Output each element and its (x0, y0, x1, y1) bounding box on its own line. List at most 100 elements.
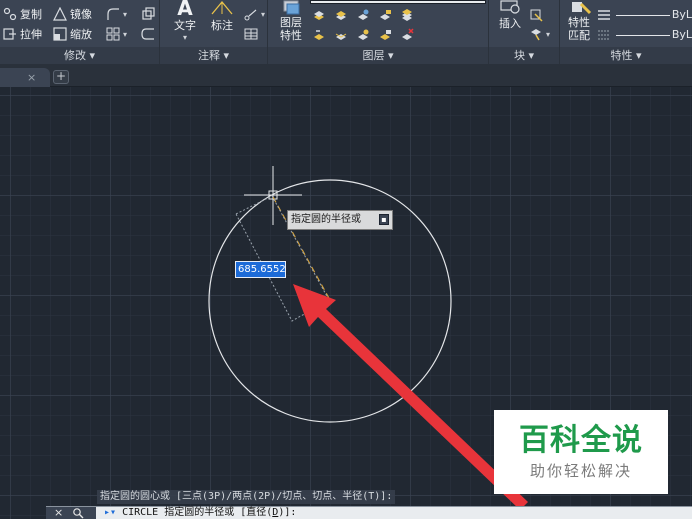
layer-tools-row-2 (312, 28, 432, 42)
mirror-icon (53, 6, 67, 21)
command-line-grip[interactable]: × (46, 506, 96, 519)
scale-icon (53, 27, 67, 41)
file-tab-bar: × + (0, 64, 692, 87)
fillet-button[interactable]: ▾ (106, 5, 127, 23)
command-prefix: CIRCLE 指定圆的半径或 [直径( (122, 507, 273, 518)
block-panel: 插入 ▾ 块 ▾ (489, 0, 560, 64)
create-block-icon (529, 8, 543, 22)
lineweight-select[interactable]: ByL (614, 8, 692, 22)
modify-panel-title[interactable]: 修改 ▾ (0, 47, 159, 64)
edit-block-button[interactable]: ▾ (529, 25, 550, 43)
array-button[interactable]: ▾ (106, 25, 127, 43)
layer-properties-icon (276, 0, 306, 16)
layer-merge-icon[interactable] (400, 28, 414, 42)
leader-dropdown-icon: ▾ (261, 9, 266, 19)
array-dropdown-icon: ▾ (123, 29, 128, 39)
offset-button[interactable] (141, 25, 155, 43)
lineweight-row[interactable]: ByL (597, 6, 692, 24)
watermark-title: 百科全说 (519, 423, 643, 458)
mirror-label: 镜像 (70, 8, 92, 21)
stretch-icon (3, 27, 17, 41)
red-arrow (293, 284, 528, 510)
edit-block-dropdown-icon: ▾ (546, 29, 551, 39)
layers-panel-title[interactable]: 图层 ▾ (268, 47, 488, 64)
command-prompt: ▸▾ CIRCLE 指定圆的半径或 [直径(D)]: (104, 507, 296, 519)
copy-label: 复制 (20, 8, 42, 21)
lineweight-icon (597, 8, 611, 22)
linetype-icon (597, 28, 611, 42)
lineweight-preview-line (616, 15, 670, 16)
drawing-canvas[interactable]: 指定圆的半径或 ▪ 685.6552 百科全说 助你轻松解决 (0, 87, 692, 519)
annotation-panel: A 文字 ▾ 标注 ▾ 注释 ▾ (160, 0, 268, 64)
command-icon: ▸▾ (104, 507, 123, 518)
linetype-select[interactable]: ByL (614, 28, 692, 42)
text-icon: A (177, 0, 193, 20)
layer-match-icon[interactable] (400, 8, 414, 22)
properties-panel-title[interactable]: 特性 ▾ (560, 47, 692, 64)
dimension-button[interactable]: 标注 (207, 0, 237, 33)
table-button[interactable] (244, 25, 258, 43)
new-tab-button[interactable]: + (53, 70, 69, 84)
table-icon (244, 27, 258, 41)
match-properties-icon (563, 0, 595, 16)
dimension-label: 标注 (211, 19, 233, 32)
fillet-icon (106, 7, 120, 21)
layer-dropdown[interactable] (310, 0, 486, 4)
match-properties-label-1: 特性 (568, 16, 590, 29)
dimension-icon (207, 0, 237, 16)
insert-label: 插入 (499, 17, 521, 30)
linetype-row[interactable]: ByL (597, 26, 692, 44)
offset-lines-icon (141, 27, 155, 41)
text-button[interactable]: A 文字 ▾ (172, 0, 198, 43)
command-history: 指定圆的圆心或 [三点(3P)/两点(2P)/切点、切点、半径(T)]: (97, 490, 396, 504)
close-command-line-icon[interactable]: × (54, 506, 63, 519)
layer-lock-icon[interactable] (378, 8, 392, 22)
prompt-text: 指定圆的半径或 (291, 214, 361, 225)
stretch-label: 拉伸 (20, 28, 42, 41)
properties-panel: 特性 匹配 ByL ByL 特性 ▾ (560, 0, 692, 64)
dynamic-input-prompt: 指定圆的半径或 ▪ (287, 210, 393, 230)
block-panel-title[interactable]: 块 ▾ (489, 47, 559, 64)
radius-input[interactable]: 685.6552 (235, 261, 286, 278)
match-properties-button[interactable]: 特性 匹配 (563, 0, 595, 42)
layer-properties-label-1: 图层 (280, 16, 302, 29)
modify-panel: 复制 镜像 ▾ 拉伸 缩放 ▾ 修改 ▾ (0, 0, 160, 64)
layer-walk-icon[interactable] (334, 28, 348, 42)
create-block-button[interactable] (529, 6, 543, 24)
fillet-dropdown-icon: ▾ (123, 9, 128, 19)
edit-block-icon (529, 27, 543, 41)
linetype-value: ByL (671, 28, 692, 41)
close-tab-icon[interactable]: × (27, 71, 36, 84)
lineweight-value: ByL (671, 8, 692, 21)
watermark-logo: 百科全说 助你轻松解决 (494, 410, 668, 494)
copy-icon (3, 7, 17, 21)
layer-properties-button[interactable]: 图层 特性 (276, 0, 306, 42)
copy-button[interactable]: 复制 (3, 5, 42, 23)
layer-isolate-icon[interactable] (334, 8, 348, 22)
array-icon (106, 27, 120, 41)
ribbon: 复制 镜像 ▾ 拉伸 缩放 ▾ 修改 ▾ A 文字 ▾ 标注 ▾ 注释 ▾ 图层… (0, 0, 692, 64)
watermark-subtitle: 助你轻松解决 (529, 462, 632, 480)
layer-unisolate-icon[interactable] (356, 28, 370, 42)
stretch-button[interactable]: 拉伸 (3, 25, 42, 43)
options-dropdown-icon[interactable]: ▪ (379, 214, 389, 225)
layer-previous-icon[interactable] (312, 28, 326, 42)
drawing-tab[interactable]: × (0, 68, 50, 87)
search-icon[interactable] (72, 507, 84, 519)
layer-unlock-icon[interactable] (378, 28, 392, 42)
command-line[interactable]: × ▸▾ CIRCLE 指定圆的半径或 [直径(D)]: (46, 506, 692, 519)
scale-label: 缩放 (70, 28, 92, 41)
leader-button[interactable]: ▾ (244, 5, 265, 23)
layer-properties-label-2: 特性 (280, 29, 302, 42)
insert-icon (495, 0, 525, 16)
insert-button[interactable]: 插入 (495, 0, 525, 30)
array-button-top[interactable] (141, 5, 155, 23)
scale-button[interactable]: 缩放 (53, 25, 92, 43)
layer-freeze-icon[interactable] (356, 8, 370, 22)
annotation-panel-title[interactable]: 注释 ▾ (160, 47, 267, 64)
text-label: 文字 (174, 19, 196, 32)
mirror-button[interactable]: 镜像 (53, 5, 92, 23)
layer-off-icon[interactable] (312, 8, 326, 22)
command-suffix: )]: (278, 507, 297, 518)
offset-icon (141, 7, 155, 21)
